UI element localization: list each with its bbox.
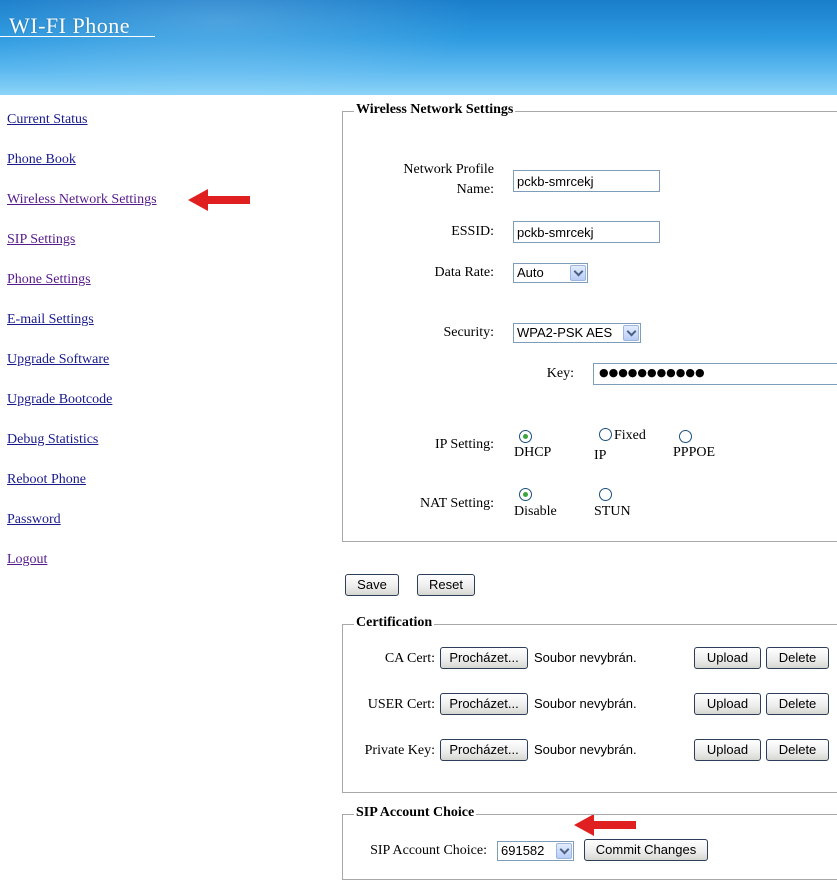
certification-legend: Certification xyxy=(354,615,435,631)
nat-stun-label: STUN xyxy=(594,504,631,519)
sip-account-label: SIP Account Choice: xyxy=(370,843,487,858)
ip-fixed-radio[interactable] xyxy=(599,428,612,441)
ip-fixed-label-bottom: IP xyxy=(594,448,607,463)
private-key-label: Private Key: xyxy=(364,743,435,758)
ip-dhcp-radio[interactable] xyxy=(519,430,532,443)
ca-cert-upload-button[interactable]: Upload xyxy=(694,647,761,669)
commit-changes-button[interactable]: Commit Changes xyxy=(584,839,708,861)
wireless-settings-legend: Wireless Network Settings xyxy=(354,102,516,118)
reset-button[interactable]: Reset xyxy=(417,574,475,596)
profile-name-input[interactable] xyxy=(513,170,660,192)
sidebar-item-current-status[interactable]: Current Status xyxy=(7,112,88,128)
title-underline xyxy=(0,36,155,37)
sidebar-item-phone-book[interactable]: Phone Book xyxy=(7,152,76,168)
save-button[interactable]: Save xyxy=(345,574,399,596)
sidebar-item-sip-settings[interactable]: SIP Settings xyxy=(7,232,75,248)
private-key-upload-button[interactable]: Upload xyxy=(694,739,761,761)
ip-pppoe-radio[interactable] xyxy=(679,430,692,443)
chevron-down-icon xyxy=(623,325,639,341)
sip-account-value: 691582 xyxy=(501,843,545,858)
nat-disable-label: Disable xyxy=(514,504,557,519)
sidebar-item-wireless-network-settings[interactable]: Wireless Network Settings xyxy=(7,192,157,208)
sip-account-legend: SIP Account Choice xyxy=(354,805,477,821)
data-rate-label: Data Rate: xyxy=(434,265,494,280)
sidebar-item-reboot-phone[interactable]: Reboot Phone xyxy=(7,472,86,488)
nat-disable-radio[interactable] xyxy=(519,488,532,501)
ca-cert-file-status: Soubor nevybrán. xyxy=(534,650,637,665)
essid-label: ESSID: xyxy=(451,224,494,239)
sidebar-item-password[interactable]: Password xyxy=(7,512,61,528)
essid-input[interactable] xyxy=(513,221,660,243)
sip-account-select[interactable]: 691582 xyxy=(497,841,574,861)
ip-dhcp-label: DHCP xyxy=(514,445,552,460)
user-cert-label: USER Cert: xyxy=(367,697,435,712)
red-arrow-icon xyxy=(188,189,250,211)
key-masked-value: ●●●●●●●●●●● xyxy=(599,366,705,379)
security-label: Security: xyxy=(443,325,494,340)
nat-stun-radio[interactable] xyxy=(599,488,612,501)
ca-cert-browse-button[interactable]: Procházet... xyxy=(440,647,528,669)
profile-name-label-line2: Name: xyxy=(456,182,494,197)
sidebar-item-email-settings[interactable]: E-mail Settings xyxy=(7,312,94,328)
page-header: WI-FI Phone xyxy=(0,0,837,95)
key-label: Key: xyxy=(546,366,574,381)
chevron-down-icon xyxy=(556,843,572,859)
ip-setting-label: IP Setting: xyxy=(435,437,494,452)
user-cert-browse-button[interactable]: Procházet... xyxy=(440,693,528,715)
sidebar-item-upgrade-software[interactable]: Upgrade Software xyxy=(7,352,109,368)
sidebar-item-logout[interactable]: Logout xyxy=(7,552,47,568)
private-key-file-status: Soubor nevybrán. xyxy=(534,742,637,757)
security-select[interactable]: WPA2-PSK AES xyxy=(513,323,641,343)
ca-cert-delete-button[interactable]: Delete xyxy=(766,647,829,669)
ca-cert-label: CA Cert: xyxy=(384,651,435,666)
sidebar-item-phone-settings[interactable]: Phone Settings xyxy=(7,272,91,288)
user-cert-file-status: Soubor nevybrán. xyxy=(534,696,637,711)
sidebar-item-upgrade-bootcode[interactable]: Upgrade Bootcode xyxy=(7,392,112,408)
private-key-delete-button[interactable]: Delete xyxy=(766,739,829,761)
private-key-browse-button[interactable]: Procházet... xyxy=(440,739,528,761)
user-cert-upload-button[interactable]: Upload xyxy=(694,693,761,715)
nat-setting-label: NAT Setting: xyxy=(419,496,494,511)
ip-pppoe-label: PPPOE xyxy=(673,445,716,460)
user-cert-delete-button[interactable]: Delete xyxy=(766,693,829,715)
ip-fixed-label-top: Fixed xyxy=(614,428,646,443)
data-rate-select[interactable]: Auto xyxy=(513,263,588,283)
data-rate-value: Auto xyxy=(517,265,544,280)
profile-name-label-line1: Network Profile xyxy=(403,162,494,177)
chevron-down-icon xyxy=(570,265,586,281)
security-value: WPA2-PSK AES xyxy=(517,325,613,340)
sidebar-item-debug-statistics[interactable]: Debug Statistics xyxy=(7,432,98,448)
